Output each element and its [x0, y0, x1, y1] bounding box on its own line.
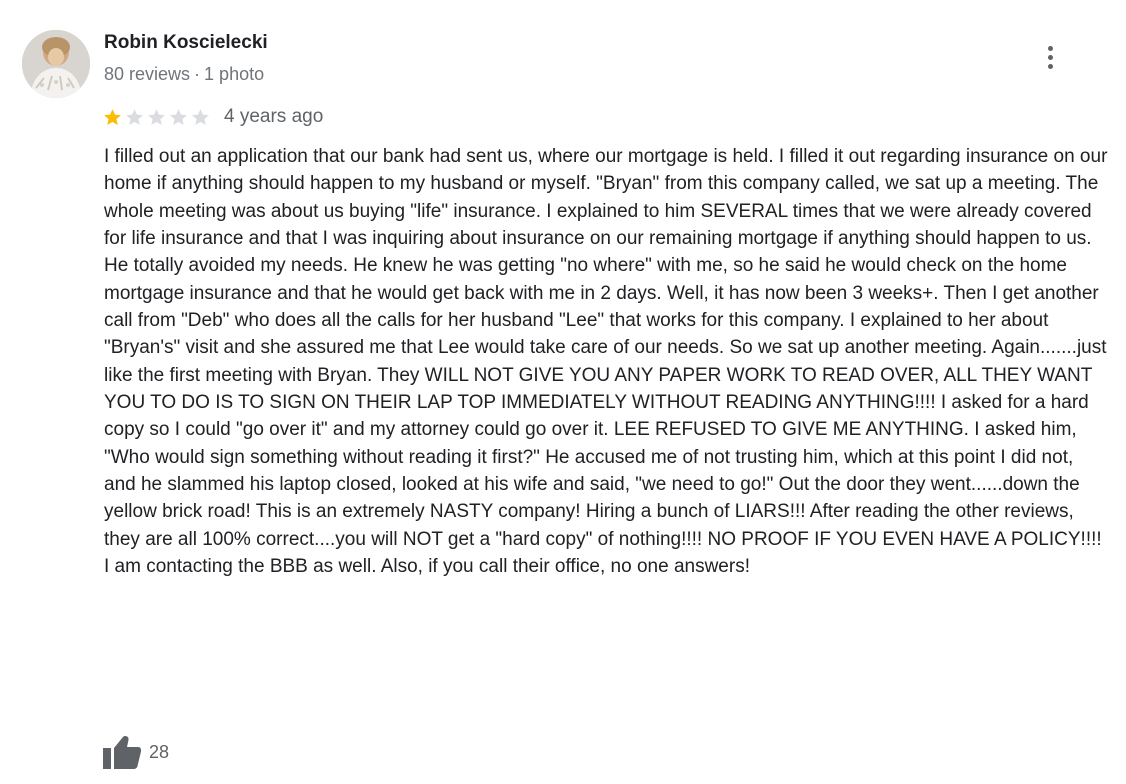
star-filled-icon: [104, 108, 121, 125]
like-row: 28: [103, 734, 169, 770]
star-empty-icon: [126, 108, 143, 125]
like-count: 28: [149, 741, 170, 762]
reviewer-stats[interactable]: 80 reviews · 1 photo: [104, 64, 264, 85]
review-card: Robin Koscielecki 80 reviews · 1 photo 4 y…: [0, 0, 1126, 784]
more-vert-icon-dot: [1048, 55, 1053, 60]
rating-row: 4 years ago: [103, 104, 323, 130]
thumbs-up-icon[interactable]: [103, 735, 141, 769]
more-vert-icon-dot: [1048, 64, 1053, 69]
photos-count: 1 photo: [204, 64, 265, 84]
star-empty-icon: [170, 108, 187, 125]
more-vert-icon: [1048, 46, 1053, 51]
review-text: I filled out an application that our ban…: [104, 146, 1108, 578]
reviews-count: 80 reviews: [104, 64, 191, 84]
star-rating: [103, 108, 213, 127]
reviewer-avatar[interactable]: [22, 30, 90, 98]
meta-separator: ·: [194, 64, 201, 84]
star-empty-icon: [192, 108, 209, 125]
star-empty-icon: [148, 108, 165, 125]
reviewer-photo: [22, 30, 90, 98]
review-date: 4 years ago: [224, 106, 324, 127]
more-options-button[interactable]: [1036, 40, 1066, 76]
reviewer-name[interactable]: Robin Koscielecki: [104, 32, 268, 54]
